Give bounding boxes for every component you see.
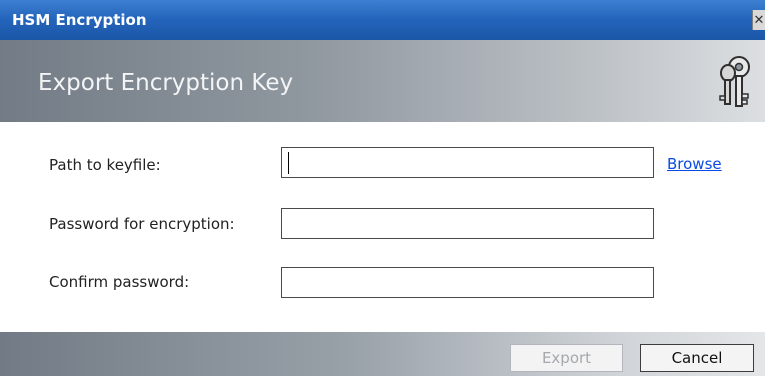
keys-icon <box>719 56 750 107</box>
cancel-button[interactable]: Cancel <box>640 344 754 372</box>
close-button[interactable]: ✕ <box>752 10 765 30</box>
title-bar: HSM Encryption ✕ <box>0 0 765 40</box>
path-label: Path to keyfile: <box>49 156 161 174</box>
keyfile-path-input[interactable] <box>281 147 654 178</box>
window-title: HSM Encryption <box>12 11 147 29</box>
text-cursor <box>288 152 289 174</box>
dialog-header: Export Encryption Key <box>0 40 765 122</box>
export-button[interactable]: Export <box>510 344 623 372</box>
confirm-password-label: Confirm password: <box>49 273 190 291</box>
password-input[interactable] <box>281 208 654 239</box>
hsm-encryption-dialog: HSM Encryption ✕ Export Encryption Key P… <box>0 0 765 376</box>
browse-link[interactable]: Browse <box>667 155 722 173</box>
close-icon: ✕ <box>753 12 765 27</box>
header-title: Export Encryption Key <box>38 70 294 96</box>
password-label: Password for encryption: <box>49 215 235 233</box>
confirm-password-input[interactable] <box>281 267 654 298</box>
